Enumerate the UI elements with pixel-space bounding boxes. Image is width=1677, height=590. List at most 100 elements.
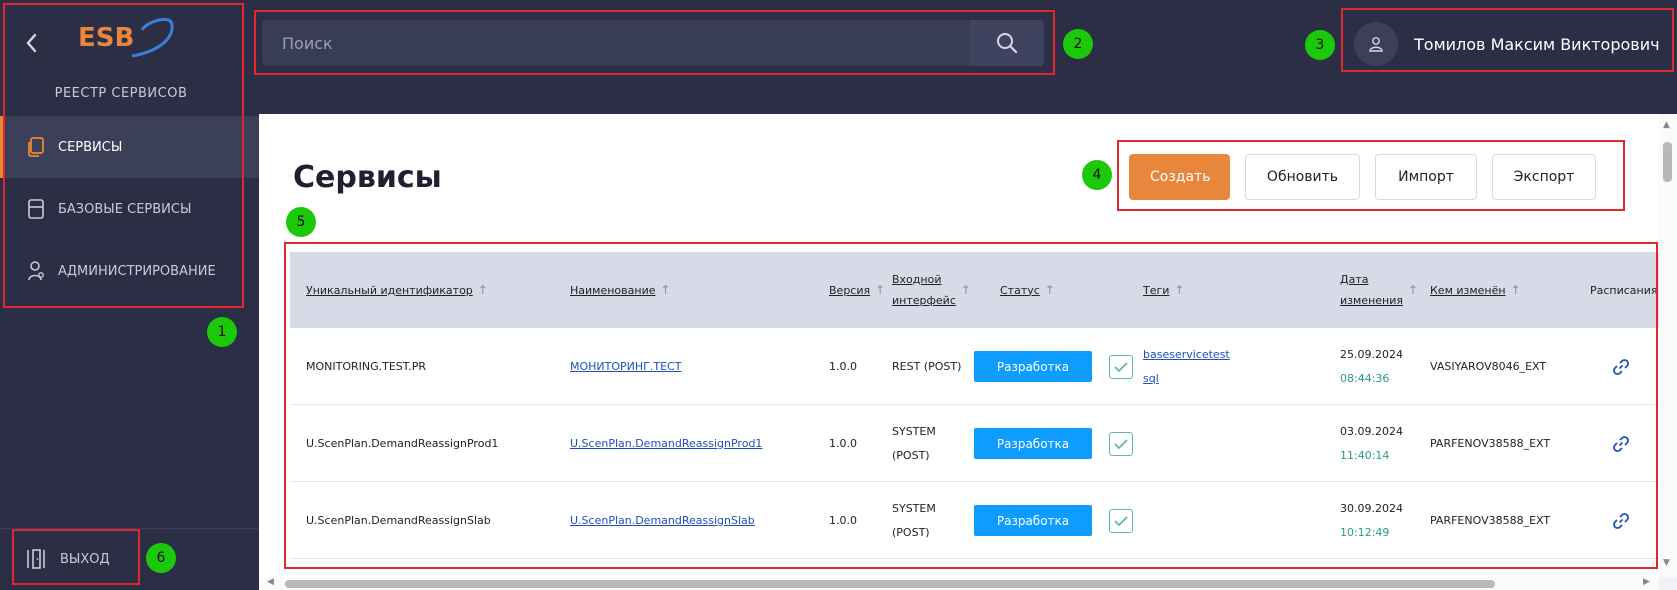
row-checkbox[interactable] <box>1109 431 1133 456</box>
sidebar-item-base-services[interactable]: БАЗОВЫЕ СЕРВИСЫ <box>0 178 259 240</box>
tag-link[interactable]: baseservicetest <box>1143 343 1230 367</box>
chevron-left-icon <box>26 33 37 53</box>
server-icon <box>28 199 44 219</box>
marker-badge: 6 <box>146 543 176 573</box>
column-header-schedule: Расписания <box>1590 283 1658 297</box>
scroll-down-icon[interactable]: ▼ <box>1663 558 1670 568</box>
cell-id: U.ScenPlan.DemandReassignProd1 <box>306 436 499 450</box>
refresh-button[interactable]: Обновить <box>1245 154 1360 200</box>
cell-interface: SYSTEM <box>892 501 936 515</box>
cell-interface-method: (POST) <box>892 448 930 462</box>
sidebar-item-services[interactable]: СЕРВИСЫ <box>0 116 259 178</box>
link-icon[interactable] <box>1612 512 1630 530</box>
column-header-id[interactable]: Уникальный идентификатор ↑ <box>306 252 488 328</box>
sidebar-footer: ВЫХОД <box>0 528 259 590</box>
sort-arrow-icon[interactable]: ↑ <box>1511 280 1521 301</box>
status-badge[interactable]: Разработка <box>974 351 1092 382</box>
scroll-up-icon[interactable]: ▲ <box>1663 120 1670 130</box>
column-header-status[interactable]: Статус ↑ <box>1000 252 1055 328</box>
column-header-tags[interactable]: Теги ↑ <box>1143 252 1184 328</box>
service-name-link[interactable]: U.ScenPlan.DemandReassignProd1 <box>570 432 762 456</box>
checkmark-icon <box>1114 438 1128 449</box>
documents-icon <box>28 137 44 157</box>
user-profile[interactable]: Томилов Максим Викторович <box>1344 14 1674 74</box>
status-badge[interactable]: Разработка <box>974 505 1092 536</box>
sort-arrow-icon[interactable]: ↑ <box>961 280 971 301</box>
sort-arrow-icon[interactable]: ↑ <box>1174 280 1184 301</box>
scroll-left-icon[interactable]: ◀ <box>267 577 274 587</box>
link-icon[interactable] <box>1612 358 1630 376</box>
main-content: Сервисы Создать Обновить Импорт Экспорт … <box>259 114 1659 577</box>
sidebar-item-label: АДМИНИСТРИРОВАНИЕ <box>58 263 216 279</box>
column-header-changed-by[interactable]: Кем изменён ↑ <box>1430 252 1521 328</box>
table-row: U.ScenPlan.DemandReassignProd1 U.ScenPla… <box>290 405 1659 482</box>
column-header-date[interactable]: Дата изменения ↑ <box>1340 252 1418 328</box>
export-button[interactable]: Экспорт <box>1492 154 1596 200</box>
scroll-thumb[interactable] <box>285 580 1495 588</box>
user-icon <box>1369 37 1383 52</box>
checkmark-icon <box>1114 515 1128 526</box>
sort-arrow-icon[interactable]: ↑ <box>1045 280 1055 301</box>
cell-time: 08:44:36 <box>1340 371 1390 385</box>
sidebar-item-administration[interactable]: АДМИНИСТРИРОВАНИЕ <box>0 240 259 302</box>
service-name-link[interactable]: МОНИТОРИНГ.ТЕСТ <box>570 355 681 379</box>
table-header: Уникальный идентификатор ↑ Наименование ↑ … <box>290 252 1659 328</box>
cell-id: U.ScenPlan.DemandReassignSlab <box>306 513 491 527</box>
sidebar-item-label: БАЗОВЫЕ СЕРВИСЫ <box>58 201 192 217</box>
table-row: MONITORING.TEST.PR МОНИТОРИНГ.ТЕСТ 1.0.0… <box>290 328 1659 405</box>
cell-date: 25.09.2024 <box>1340 347 1403 361</box>
service-name-link[interactable]: U.ScenPlan.DemandReassignSlab <box>570 509 755 533</box>
row-checkbox[interactable] <box>1109 508 1133 533</box>
cell-interface: SYSTEM <box>892 424 936 438</box>
toolbar: Создать Обновить Импорт Экспорт <box>1129 154 1596 200</box>
cell-time: 11:40:14 <box>1340 448 1390 462</box>
search-button[interactable] <box>970 20 1044 66</box>
column-header-interface[interactable]: Входной интерфейс ↑ <box>892 252 971 328</box>
logout-button[interactable]: ВЫХОД <box>14 539 110 579</box>
cell-date: 30.09.2024 <box>1340 501 1403 515</box>
sidebar: ESB РЕЕСТР СЕРВИСОВ СЕРВИСЫ БАЗОВЫЕ СЕРВ… <box>0 0 259 590</box>
sort-arrow-icon[interactable]: ↑ <box>478 280 488 301</box>
user-name: Томилов Максим Викторович <box>1414 34 1660 54</box>
back-button[interactable] <box>20 28 44 58</box>
page-title: Сервисы <box>293 160 442 195</box>
import-button[interactable]: Импорт <box>1375 154 1477 200</box>
cell-id: MONITORING.TEST.PR <box>306 359 426 373</box>
cell-version: 1.0.0 <box>829 436 857 450</box>
search-icon <box>997 33 1018 54</box>
status-badge[interactable]: Разработка <box>974 428 1092 459</box>
cell-version: 1.0.0 <box>829 359 857 373</box>
sidebar-title: РЕЕСТР СЕРВИСОВ <box>54 86 188 101</box>
cell-date: 03.09.2024 <box>1340 424 1403 438</box>
create-button[interactable]: Создать <box>1129 154 1230 200</box>
row-checkbox[interactable] <box>1109 354 1133 379</box>
vertical-scrollbar[interactable]: ▲ ▼ <box>1659 114 1677 577</box>
cell-time: 10:12:49 <box>1340 525 1390 539</box>
link-icon[interactable] <box>1612 435 1630 453</box>
sidebar-nav: СЕРВИСЫ БАЗОВЫЕ СЕРВИСЫ АДМИНИСТРИРОВАНИ… <box>0 116 259 302</box>
column-header-version[interactable]: Версия ↑ <box>829 252 885 328</box>
svg-text:ESB: ESB <box>78 23 134 53</box>
esb-logo: ESB <box>76 16 184 66</box>
cell-changed-by: PARFENOV38588_EXT <box>1430 436 1551 450</box>
scroll-thumb[interactable] <box>1663 142 1672 182</box>
checkmark-icon <box>1114 361 1128 372</box>
logout-label: ВЫХОД <box>60 551 110 567</box>
scroll-right-icon[interactable]: ▶ <box>1643 577 1650 587</box>
sort-arrow-icon[interactable]: ↑ <box>660 280 670 301</box>
cell-interface: REST (POST) <box>892 359 962 373</box>
search-input[interactable] <box>262 20 962 66</box>
avatar <box>1354 22 1398 66</box>
marker-badge: 4 <box>1082 160 1112 190</box>
tag-link[interactable]: sql <box>1143 367 1230 391</box>
sidebar-item-label: СЕРВИСЫ <box>58 139 123 155</box>
marker-badge: 3 <box>1305 30 1335 60</box>
column-header-name[interactable]: Наименование ↑ <box>570 252 671 328</box>
horizontal-scrollbar[interactable]: ◀ ▶ <box>259 577 1659 590</box>
marker-badge: 1 <box>207 317 237 347</box>
cell-changed-by: PARFENOV38588_EXT <box>1430 513 1551 527</box>
sort-arrow-icon[interactable]: ↑ <box>1408 280 1418 301</box>
exit-door-icon <box>27 549 45 569</box>
admin-icon <box>28 261 44 281</box>
sort-arrow-icon[interactable]: ↑ <box>875 280 885 301</box>
